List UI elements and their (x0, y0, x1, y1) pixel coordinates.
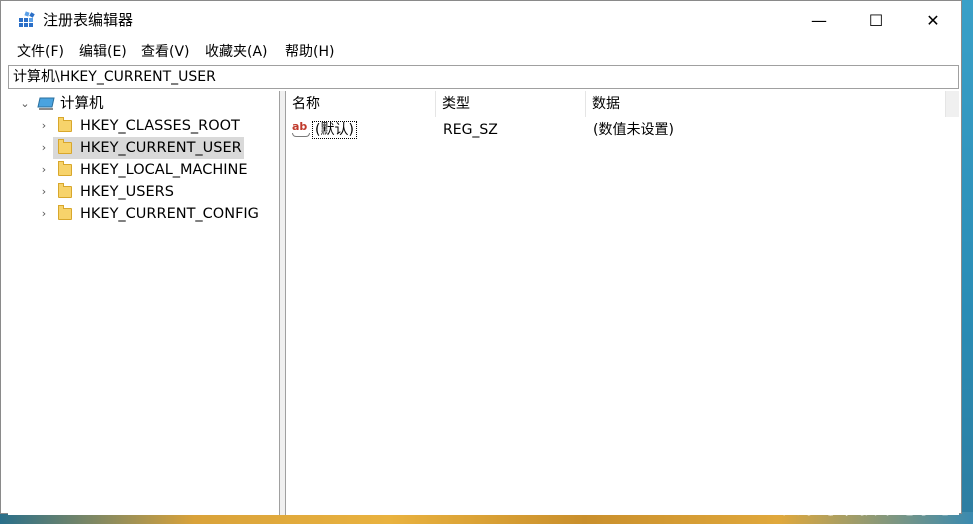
menu-edit[interactable]: 编辑(E) (79, 42, 127, 62)
registry-tree[interactable]: ⌄ 计算机 › HKEY_CLASSES_ROOT › HKEY_CURRENT… (8, 91, 280, 515)
maximize-icon: ☐ (868, 10, 884, 30)
chevron-right-icon[interactable]: › (37, 203, 51, 225)
folder-icon (58, 139, 72, 154)
tree-root-label: 计算机 (60, 96, 104, 112)
values-list[interactable]: 名称 类型 数据 ab (默认) REG_SZ (数值未设置) (286, 91, 959, 515)
chevron-right-icon[interactable]: › (37, 115, 51, 137)
tree-item-hkey-current-config[interactable]: › HKEY_CURRENT_CONFIG (8, 203, 278, 225)
tree-item-hkey-local-machine[interactable]: › HKEY_LOCAL_MACHINE (8, 159, 278, 181)
window-title: 注册表编辑器 (43, 11, 134, 29)
tree-item-hkey-users[interactable]: › HKEY_USERS (8, 181, 278, 203)
tree-item-hkey-current-user[interactable]: › HKEY_CURRENT_USER (8, 137, 278, 159)
menu-bar: 文件(F) 编辑(E) 查看(V) 收藏夹(A) 帮助(H) (1, 39, 961, 64)
value-type-cell: REG_SZ (443, 122, 498, 138)
column-header-type[interactable]: 类型 (436, 91, 586, 117)
tree-item-hkey-classes-root[interactable]: › HKEY_CLASSES_ROOT (8, 115, 278, 137)
watermark-text: 头条号 / 技术宅小葱 (782, 498, 955, 519)
value-name-cell[interactable]: (默认) (312, 119, 357, 141)
chevron-down-icon[interactable]: ⌄ (18, 93, 32, 115)
title-bar[interactable]: 注册表编辑器 — ☐ ✕ (1, 1, 961, 39)
menu-favorites[interactable]: 收藏夹(A) (205, 42, 268, 62)
regedit-window: 注册表编辑器 — ☐ ✕ 文件(F) 编辑(E) 查看(V) 收藏夹(A) 帮助… (0, 0, 962, 515)
menu-help[interactable]: 帮助(H) (285, 42, 334, 62)
value-name: (默认) (312, 121, 357, 139)
value-data-cell: (数值未设置) (593, 122, 674, 138)
maximize-button[interactable]: ☐ (847, 1, 905, 39)
chevron-right-icon[interactable]: › (37, 137, 51, 159)
column-header-data[interactable]: 数据 (586, 91, 946, 117)
close-button[interactable]: ✕ (904, 1, 962, 39)
tree-item-label: HKEY_CURRENT_CONFIG (80, 206, 259, 222)
minimize-button[interactable]: — (790, 1, 848, 39)
folder-icon (58, 161, 72, 176)
chevron-right-icon[interactable]: › (37, 181, 51, 203)
tree-item-label: HKEY_USERS (80, 184, 174, 200)
tree-item-label: HKEY_CURRENT_USER (80, 140, 242, 156)
tree-item-label: HKEY_LOCAL_MACHINE (80, 162, 248, 178)
address-bar[interactable]: 计算机\HKEY_CURRENT_USER (8, 65, 959, 89)
close-icon: ✕ (926, 10, 940, 30)
string-value-icon: ab (292, 121, 310, 138)
folder-icon (58, 205, 72, 220)
minimize-icon: — (811, 10, 827, 30)
column-header-name[interactable]: 名称 (286, 91, 436, 117)
registry-editor-icon (19, 11, 35, 27)
tree-item-label: HKEY_CLASSES_ROOT (80, 118, 240, 134)
folder-icon (58, 183, 72, 198)
list-scrollbar-corner (946, 91, 959, 117)
menu-file[interactable]: 文件(F) (17, 42, 64, 62)
computer-icon (37, 97, 55, 110)
tree-root-computer[interactable]: ⌄ 计算机 (8, 93, 278, 115)
chevron-right-icon[interactable]: › (37, 159, 51, 181)
folder-icon (58, 117, 72, 132)
menu-view[interactable]: 查看(V) (141, 42, 190, 62)
